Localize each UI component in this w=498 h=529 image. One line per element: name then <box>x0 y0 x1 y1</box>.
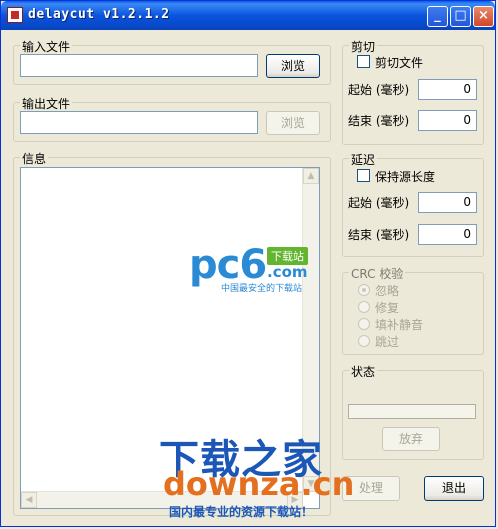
input-browse-button[interactable]: 浏览 <box>266 54 320 78</box>
crc-fix-radio[interactable] <box>358 301 370 313</box>
delay-end-label: 结束 (毫秒) <box>348 228 410 242</box>
crc-ignore-radio[interactable] <box>358 284 370 296</box>
scroll-left-icon[interactable]: ◀ <box>21 492 37 508</box>
pc6-logo-text: pc6 <box>189 242 267 288</box>
app-icon <box>7 7 23 23</box>
crc-skip-radio[interactable] <box>358 335 370 347</box>
input-file-field[interactable] <box>20 54 258 77</box>
cut-end-input[interactable]: 0 <box>418 110 477 131</box>
crc-label: CRC 校验 <box>349 265 406 282</box>
abort-button[interactable]: 放弃 <box>382 427 440 451</box>
crc-skip-label: 跳过 <box>375 335 400 349</box>
cut-file-label: 剪切文件 <box>375 56 424 70</box>
keep-length-label: 保持源长度 <box>375 170 436 184</box>
info-label: 信息 <box>20 150 49 167</box>
delay-start-label: 起始 (毫秒) <box>348 196 410 210</box>
downza-subtitle: 国内最专业的资源下载站！ <box>169 505 314 519</box>
cut-start-input[interactable]: 0 <box>418 79 477 100</box>
output-browse-button[interactable]: 浏览 <box>266 111 320 135</box>
maximize-button[interactable]: □ <box>450 6 471 27</box>
app-window: delaycut v1.2.1.2 _ □ × 输入文件 浏览 输出文件 浏览 … <box>0 0 496 527</box>
pc6-com: .com <box>267 263 308 281</box>
window-title: delaycut v1.2.1.2 <box>28 7 170 22</box>
delay-label: 延迟 <box>349 151 378 168</box>
crc-silence-label: 填补静音 <box>375 318 424 332</box>
delay-end-input[interactable]: 0 <box>418 224 477 245</box>
pc6-watermark: pc6 下载站 .com 中国最安全的下载站 <box>189 242 308 294</box>
crc-silence-radio[interactable] <box>358 318 370 330</box>
status-progress-bar <box>348 404 476 419</box>
cut-end-label: 结束 (毫秒) <box>348 114 410 128</box>
exit-button[interactable]: 退出 <box>424 476 484 501</box>
crc-fix-label: 修复 <box>375 301 400 315</box>
cut-start-label: 起始 (毫秒) <box>348 83 410 97</box>
cut-file-checkbox[interactable] <box>357 55 370 68</box>
title-bar[interactable]: delaycut v1.2.1.2 _ □ × <box>1 1 495 30</box>
scroll-up-icon[interactable]: ▲ <box>303 168 319 184</box>
keep-length-checkbox[interactable] <box>357 169 370 182</box>
downza-logo-en: downza.cn <box>163 465 355 503</box>
crc-ignore-label: 忽略 <box>375 284 400 298</box>
delay-start-input[interactable]: 0 <box>418 192 477 213</box>
cut-label: 剪切 <box>349 38 378 55</box>
input-file-label: 输入文件 <box>20 38 73 55</box>
output-file-field[interactable] <box>20 111 258 134</box>
pc6-subtitle: 中国最安全的下载站 <box>221 284 303 294</box>
close-button[interactable]: × <box>473 6 494 27</box>
output-file-label: 输出文件 <box>20 95 73 112</box>
status-label: 状态 <box>349 363 378 380</box>
minimize-button[interactable]: _ <box>427 6 448 27</box>
